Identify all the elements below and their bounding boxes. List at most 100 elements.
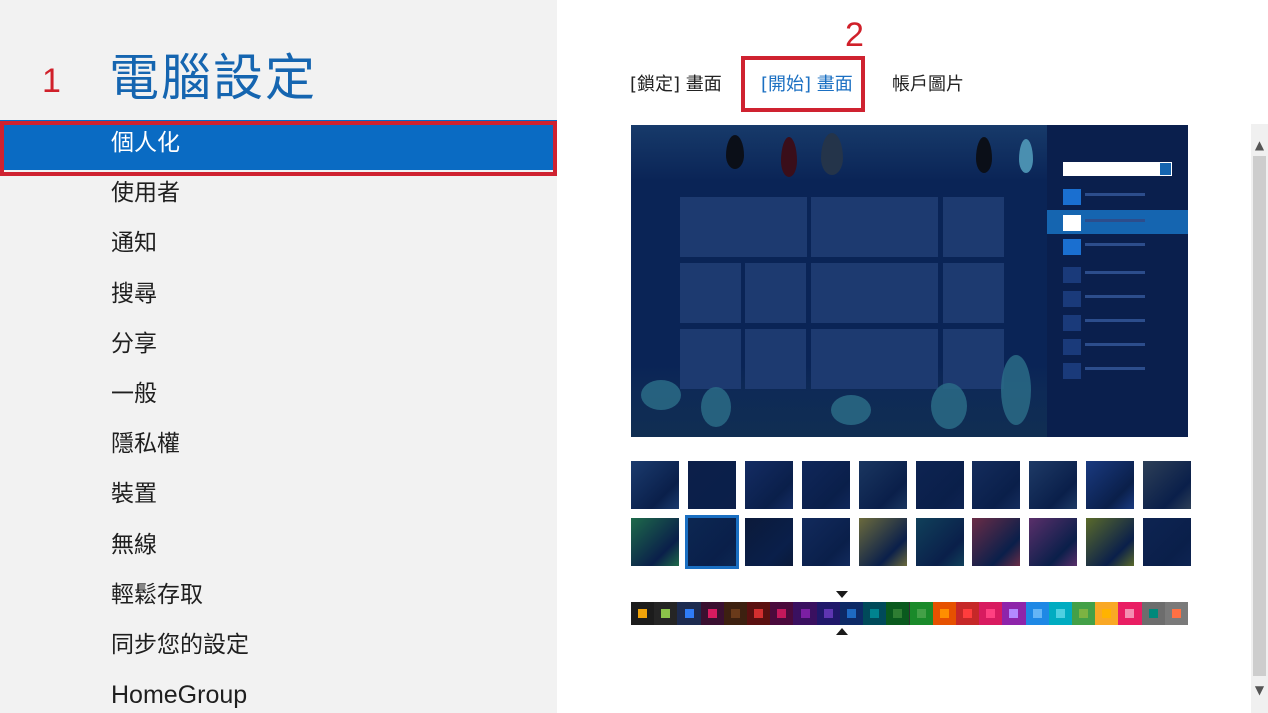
sidebar-item-4[interactable]: 分享 — [0, 321, 557, 371]
color-swatch-dot — [823, 609, 833, 618]
color-swatch[interactable] — [909, 602, 933, 625]
preview-charm-label — [1085, 193, 1145, 196]
color-swatch-dot — [1125, 609, 1135, 618]
preview-decoration-drop — [726, 135, 744, 169]
background-thumbnail[interactable] — [1086, 518, 1135, 566]
background-thumbnail[interactable] — [972, 518, 1021, 566]
background-thumbnail[interactable] — [1086, 461, 1135, 509]
preview-charm-label — [1085, 367, 1145, 370]
tab-start-screen[interactable]: [開始] 畫面 — [761, 70, 853, 96]
color-slider-bottom-icon[interactable] — [836, 628, 848, 635]
preview-search-box — [1063, 162, 1172, 176]
background-thumbnail[interactable] — [631, 518, 679, 566]
color-swatch-dot — [707, 609, 717, 618]
color-swatch[interactable] — [1071, 602, 1096, 625]
background-thumbnail[interactable] — [1143, 461, 1192, 509]
background-thumbnail[interactable] — [915, 461, 964, 509]
sidebar-item-2[interactable]: 通知 — [0, 220, 557, 270]
preview-decoration-leaf — [701, 387, 731, 427]
preview-charm-label — [1085, 343, 1145, 346]
color-swatch[interactable] — [839, 602, 864, 625]
background-thumbnail[interactable] — [858, 461, 907, 509]
color-swatch-dot — [916, 609, 926, 618]
preview-tile — [745, 329, 806, 389]
color-swatch[interactable] — [1095, 602, 1119, 625]
color-swatch[interactable] — [747, 602, 771, 625]
color-swatch[interactable] — [1002, 602, 1026, 625]
preview-charm-icon — [1063, 339, 1081, 355]
background-thumbnail[interactable] — [744, 518, 793, 566]
color-swatch-dot — [939, 609, 949, 618]
color-swatch[interactable] — [1025, 602, 1049, 625]
background-thumbnail[interactable] — [972, 461, 1021, 509]
color-strip[interactable] — [631, 602, 1188, 625]
preview-charm-icon — [1063, 363, 1081, 379]
background-thumbnail[interactable] — [801, 461, 850, 509]
sidebar-item-6[interactable]: 隱私權 — [0, 421, 557, 471]
preview-charm-label — [1085, 219, 1145, 222]
tab-account-picture[interactable]: 帳戶圖片 — [892, 70, 964, 96]
color-swatch[interactable] — [1164, 602, 1188, 625]
preview-charm-label — [1085, 243, 1145, 246]
color-swatch[interactable] — [770, 602, 794, 625]
sidebar-item-0[interactable]: 個人化 — [0, 120, 557, 171]
preview-decoration-drop — [976, 137, 992, 173]
color-swatch[interactable] — [863, 602, 887, 625]
sidebar-item-1[interactable]: 使用者 — [0, 170, 557, 220]
color-swatch[interactable] — [654, 602, 678, 625]
scrollbar-thumb[interactable] — [1253, 156, 1266, 676]
preview-search-icon — [1160, 163, 1171, 175]
tab-lock-screen[interactable]: [鎖定] 畫面 — [630, 70, 722, 96]
background-thumbnail[interactable] — [744, 461, 793, 509]
color-swatch[interactable] — [631, 602, 655, 625]
color-swatch[interactable] — [886, 602, 910, 625]
sidebar-item-8[interactable]: 無線 — [0, 522, 557, 572]
color-swatch[interactable] — [677, 602, 701, 625]
color-swatch[interactable] — [932, 602, 956, 625]
sidebar-item-9[interactable]: 輕鬆存取 — [0, 572, 557, 622]
color-slider-top-icon[interactable] — [836, 591, 848, 598]
color-swatch[interactable] — [1048, 602, 1072, 625]
preview-decoration-leaf — [831, 395, 871, 425]
color-swatch[interactable] — [979, 602, 1003, 625]
background-thumbnail[interactable] — [1029, 518, 1078, 566]
background-thumbnail[interactable] — [631, 461, 679, 509]
color-swatch[interactable] — [793, 602, 817, 625]
preview-tile — [680, 263, 741, 323]
color-swatch[interactable] — [816, 602, 840, 625]
preview-charm-icon — [1063, 315, 1081, 331]
background-thumbnail[interactable] — [1143, 518, 1192, 566]
color-swatch-dot — [870, 609, 880, 618]
scroll-up-icon[interactable]: ▲ — [1251, 135, 1268, 155]
color-swatch-dot — [684, 609, 694, 618]
sidebar-item-10[interactable]: 同步您的設定 — [0, 622, 557, 672]
preview-decoration-drop — [821, 133, 843, 175]
scroll-down-icon[interactable]: ▼ — [1251, 680, 1268, 700]
color-swatch-dot — [661, 609, 671, 618]
background-thumbnail[interactable] — [915, 518, 964, 566]
preview-tile — [745, 263, 806, 323]
preview-charm-icon — [1063, 291, 1081, 307]
preview-decoration-leaf — [641, 380, 681, 410]
background-thumbnail[interactable] — [1029, 461, 1078, 509]
background-thumbnail[interactable] — [858, 518, 907, 566]
sidebar-item-11[interactable]: HomeGroup — [0, 672, 557, 713]
color-swatch[interactable] — [955, 602, 980, 625]
background-thumbnail[interactable] — [684, 515, 739, 569]
sidebar-item-7[interactable]: 裝置 — [0, 471, 557, 521]
color-swatch[interactable] — [1118, 602, 1142, 625]
color-swatch-dot — [1148, 609, 1158, 618]
color-swatch[interactable] — [723, 602, 748, 625]
color-swatch-dot — [1009, 609, 1019, 618]
background-thumbnail[interactable] — [801, 518, 850, 566]
color-swatch-dot — [754, 609, 764, 618]
color-swatch[interactable] — [1141, 602, 1165, 625]
color-swatch[interactable] — [700, 602, 724, 625]
background-thumbnail[interactable] — [687, 461, 736, 509]
preview-tile — [680, 197, 807, 257]
color-swatch-dot — [730, 609, 740, 618]
preview-tile — [943, 197, 1004, 257]
preview-charm-icon — [1063, 189, 1081, 205]
sidebar-item-3[interactable]: 搜尋 — [0, 271, 557, 321]
sidebar-item-5[interactable]: 一般 — [0, 371, 557, 421]
